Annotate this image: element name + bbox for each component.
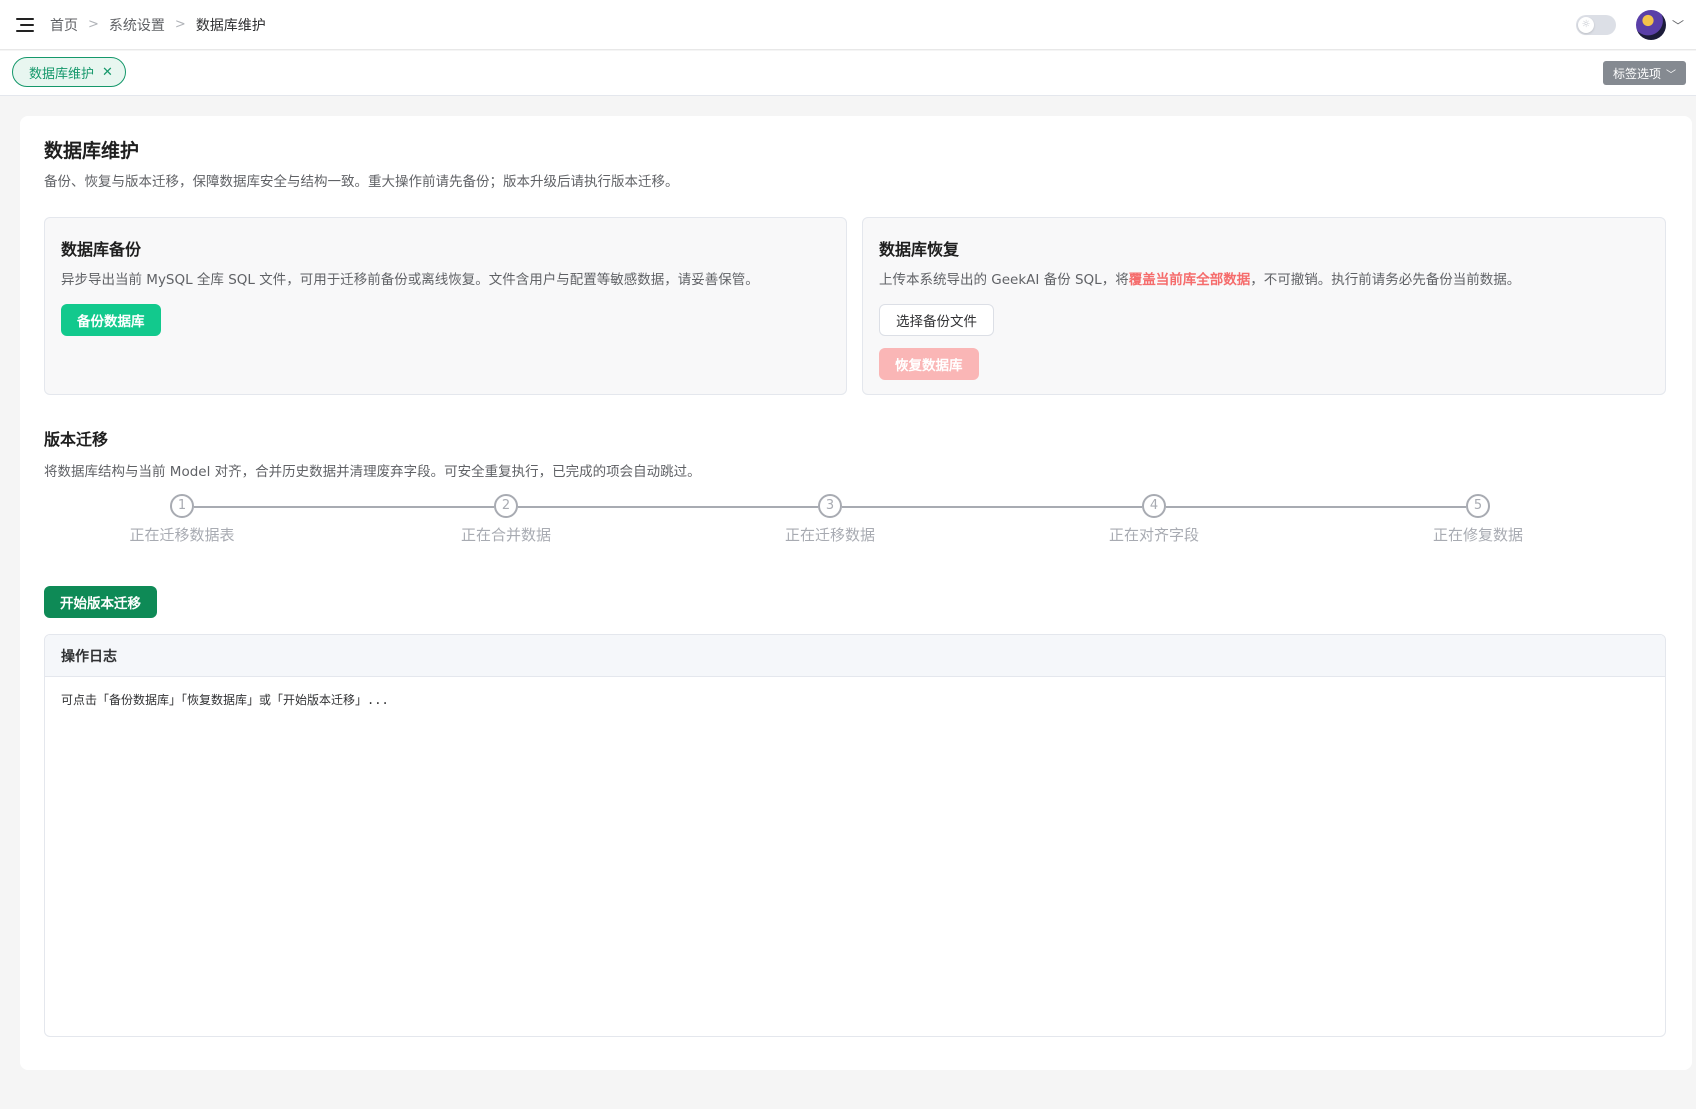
choose-backup-file-button[interactable]: 选择备份文件 bbox=[879, 304, 994, 336]
restore-title: 数据库恢复 bbox=[879, 240, 960, 259]
restore-description-before: 上传本系统导出的 GeekAI 备份 SQL，将 bbox=[879, 272, 1129, 288]
breadcrumb-current: 数据库维护 bbox=[195, 17, 266, 34]
step-label: 正在合并数据 bbox=[460, 526, 551, 544]
operation-log-panel: 操作日志 可点击「备份数据库」「恢复数据库」或「开始版本迁移」... bbox=[44, 634, 1666, 1037]
step-1: 1 正在迁移数据表 bbox=[82, 494, 282, 545]
theme-toggle[interactable]: ☼ bbox=[1575, 15, 1616, 35]
restore-warning-text: 覆盖当前库全部数据 bbox=[1128, 272, 1251, 288]
breadcrumb-system-settings[interactable]: 系统设置 bbox=[109, 15, 165, 35]
step-number: 1 bbox=[170, 494, 194, 518]
chevron-right-icon: > bbox=[174, 17, 186, 32]
backup-description: 异步导出当前 MySQL 全库 SQL 文件，可用于迁移前备份或离线恢复。文件含… bbox=[61, 272, 759, 288]
page-description: 备份、恢复与版本迁移，保障数据库安全与结构一致。重大操作前请先备份；版本升级后请… bbox=[44, 174, 679, 190]
tag-options-button[interactable]: 标签选项 ﹀ bbox=[1602, 61, 1686, 85]
step-2: 2 正在合并数据 bbox=[406, 494, 606, 545]
migration-title: 版本迁移 bbox=[44, 430, 109, 449]
log-title: 操作日志 bbox=[45, 635, 1665, 677]
step-label: 正在迁移数据 bbox=[784, 526, 875, 544]
step-3: 3 正在迁移数据 bbox=[730, 494, 930, 545]
backup-database-button[interactable]: 备份数据库 bbox=[61, 304, 161, 336]
backup-panel: 数据库备份 异步导出当前 MySQL 全库 SQL 文件，可用于迁移前备份或离线… bbox=[44, 217, 847, 395]
avatar[interactable] bbox=[1635, 10, 1666, 40]
chevron-down-icon: ﹀ bbox=[1666, 69, 1676, 81]
step-4: 4 正在对齐字段 bbox=[1054, 494, 1254, 545]
step-number: 5 bbox=[1466, 494, 1490, 518]
step-label: 正在对齐字段 bbox=[1108, 526, 1199, 544]
top-header: 首页 > 系统设置 > 数据库维护 ☼ ﹀ bbox=[0, 0, 1696, 50]
restore-database-button: 恢复数据库 bbox=[879, 348, 979, 380]
tab-database-maintenance[interactable]: 数据库维护 ✕ bbox=[12, 57, 126, 87]
step-number: 3 bbox=[818, 494, 842, 518]
backup-title: 数据库备份 bbox=[61, 240, 142, 259]
migration-description: 将数据库结构与当前 Model 对齐，合并历史数据并清理废弃字段。可安全重复执行… bbox=[44, 464, 701, 480]
close-icon[interactable]: ✕ bbox=[102, 65, 113, 80]
step-label: 正在修复数据 bbox=[1432, 526, 1523, 544]
restore-description-after: ，不可撤销。执行前请务必先备份当前数据。 bbox=[1250, 272, 1521, 288]
restore-panel: 数据库恢复 上传本系统导出的 GeekAI 备份 SQL，将覆盖当前库全部数据，… bbox=[862, 217, 1666, 395]
tab-label: 数据库维护 bbox=[29, 66, 95, 82]
restore-description: 上传本系统导出的 GeekAI 备份 SQL，将覆盖当前库全部数据，不可撤销。执… bbox=[879, 268, 1520, 288]
sun-icon: ☼ bbox=[1577, 17, 1594, 33]
step-number: 4 bbox=[1142, 494, 1166, 518]
log-content: 可点击「备份数据库」「恢复数据库」或「开始版本迁移」... bbox=[61, 693, 389, 707]
menu-toggle-icon[interactable] bbox=[16, 17, 36, 33]
tag-options-label: 标签选项 bbox=[1612, 66, 1661, 81]
step-5: 5 正在修复数据 bbox=[1378, 494, 1578, 545]
chevron-down-icon[interactable]: ﹀ bbox=[1672, 17, 1684, 34]
main-card: 数据库维护 备份、恢复与版本迁移，保障数据库安全与结构一致。重大操作前请先备份；… bbox=[20, 116, 1692, 1070]
start-migration-button[interactable]: 开始版本迁移 bbox=[44, 586, 157, 618]
breadcrumb-home[interactable]: 首页 bbox=[50, 15, 78, 35]
chevron-right-icon: > bbox=[88, 17, 99, 32]
step-number: 2 bbox=[494, 494, 518, 518]
breadcrumb: 首页 > 系统设置 > 数据库维护 bbox=[50, 15, 266, 35]
migration-steps: 1 正在迁移数据表 2 正在合并数据 3 正在迁移数据 4 正在对齐字段 5 正… bbox=[44, 494, 1668, 554]
page-title: 数据库维护 bbox=[44, 140, 140, 162]
tags-bar: 数据库维护 ✕ 标签选项 ﹀ bbox=[0, 51, 1696, 96]
step-label: 正在迁移数据表 bbox=[129, 526, 235, 544]
